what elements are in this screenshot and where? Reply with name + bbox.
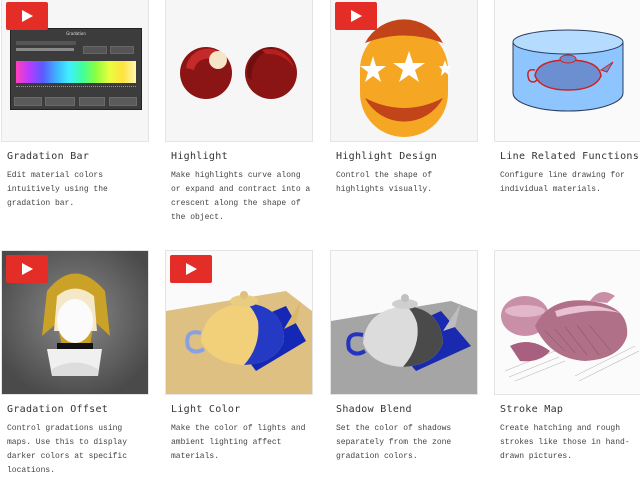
highlight-spheres-image bbox=[180, 47, 297, 99]
card-title[interactable]: Light Color bbox=[171, 404, 321, 415]
card-description: Configure line drawing for individual ma… bbox=[500, 171, 625, 194]
card-title[interactable]: Highlight bbox=[171, 151, 321, 162]
play-button-icon[interactable] bbox=[6, 255, 48, 283]
play-button-icon[interactable] bbox=[170, 255, 212, 283]
card-title[interactable]: Gradation Bar bbox=[7, 151, 157, 162]
thumbnail-shadow-blend[interactable] bbox=[330, 250, 478, 395]
card-description: Create hatching and rough strokes like t… bbox=[500, 424, 630, 461]
thumbnail-gradation-offset[interactable] bbox=[1, 250, 149, 395]
card-description: Make the color of lights and ambient lig… bbox=[171, 424, 306, 461]
card-title[interactable]: Shadow Blend bbox=[336, 404, 486, 415]
thumbnail-stroke-map[interactable] bbox=[494, 250, 640, 395]
card-description: Edit material colors intuitively using t… bbox=[7, 171, 108, 208]
thumbnail-highlight[interactable] bbox=[165, 0, 313, 142]
card-title[interactable]: Highlight Design bbox=[336, 151, 486, 162]
teapot-shadow-image bbox=[331, 294, 477, 394]
gradation-panel-image: Gradation bbox=[10, 28, 142, 110]
card-title[interactable]: Gradation Offset bbox=[7, 404, 157, 415]
card-description: Control gradations using maps. Use this … bbox=[7, 424, 128, 475]
card-title[interactable]: Stroke Map bbox=[500, 404, 640, 415]
thumbnail-line-related[interactable] bbox=[494, 0, 640, 142]
play-button-icon[interactable] bbox=[335, 2, 377, 30]
cylinder-teapot-image bbox=[512, 29, 624, 112]
hatched-teapots-image bbox=[501, 292, 640, 382]
card-description: Set the color of shadows separately from… bbox=[336, 424, 452, 461]
play-button-icon[interactable] bbox=[6, 2, 48, 30]
card-description: Make highlights curve along or expand an… bbox=[171, 171, 311, 222]
card-description: Control the shape of highlights visually… bbox=[336, 171, 433, 194]
thumbnail-light-color[interactable] bbox=[165, 250, 313, 395]
card-title[interactable]: Line Related Functions bbox=[500, 151, 640, 162]
thumbnail-gradation-bar[interactable]: Gradation bbox=[1, 0, 149, 142]
thumbnail-highlight-design[interactable] bbox=[330, 0, 478, 142]
